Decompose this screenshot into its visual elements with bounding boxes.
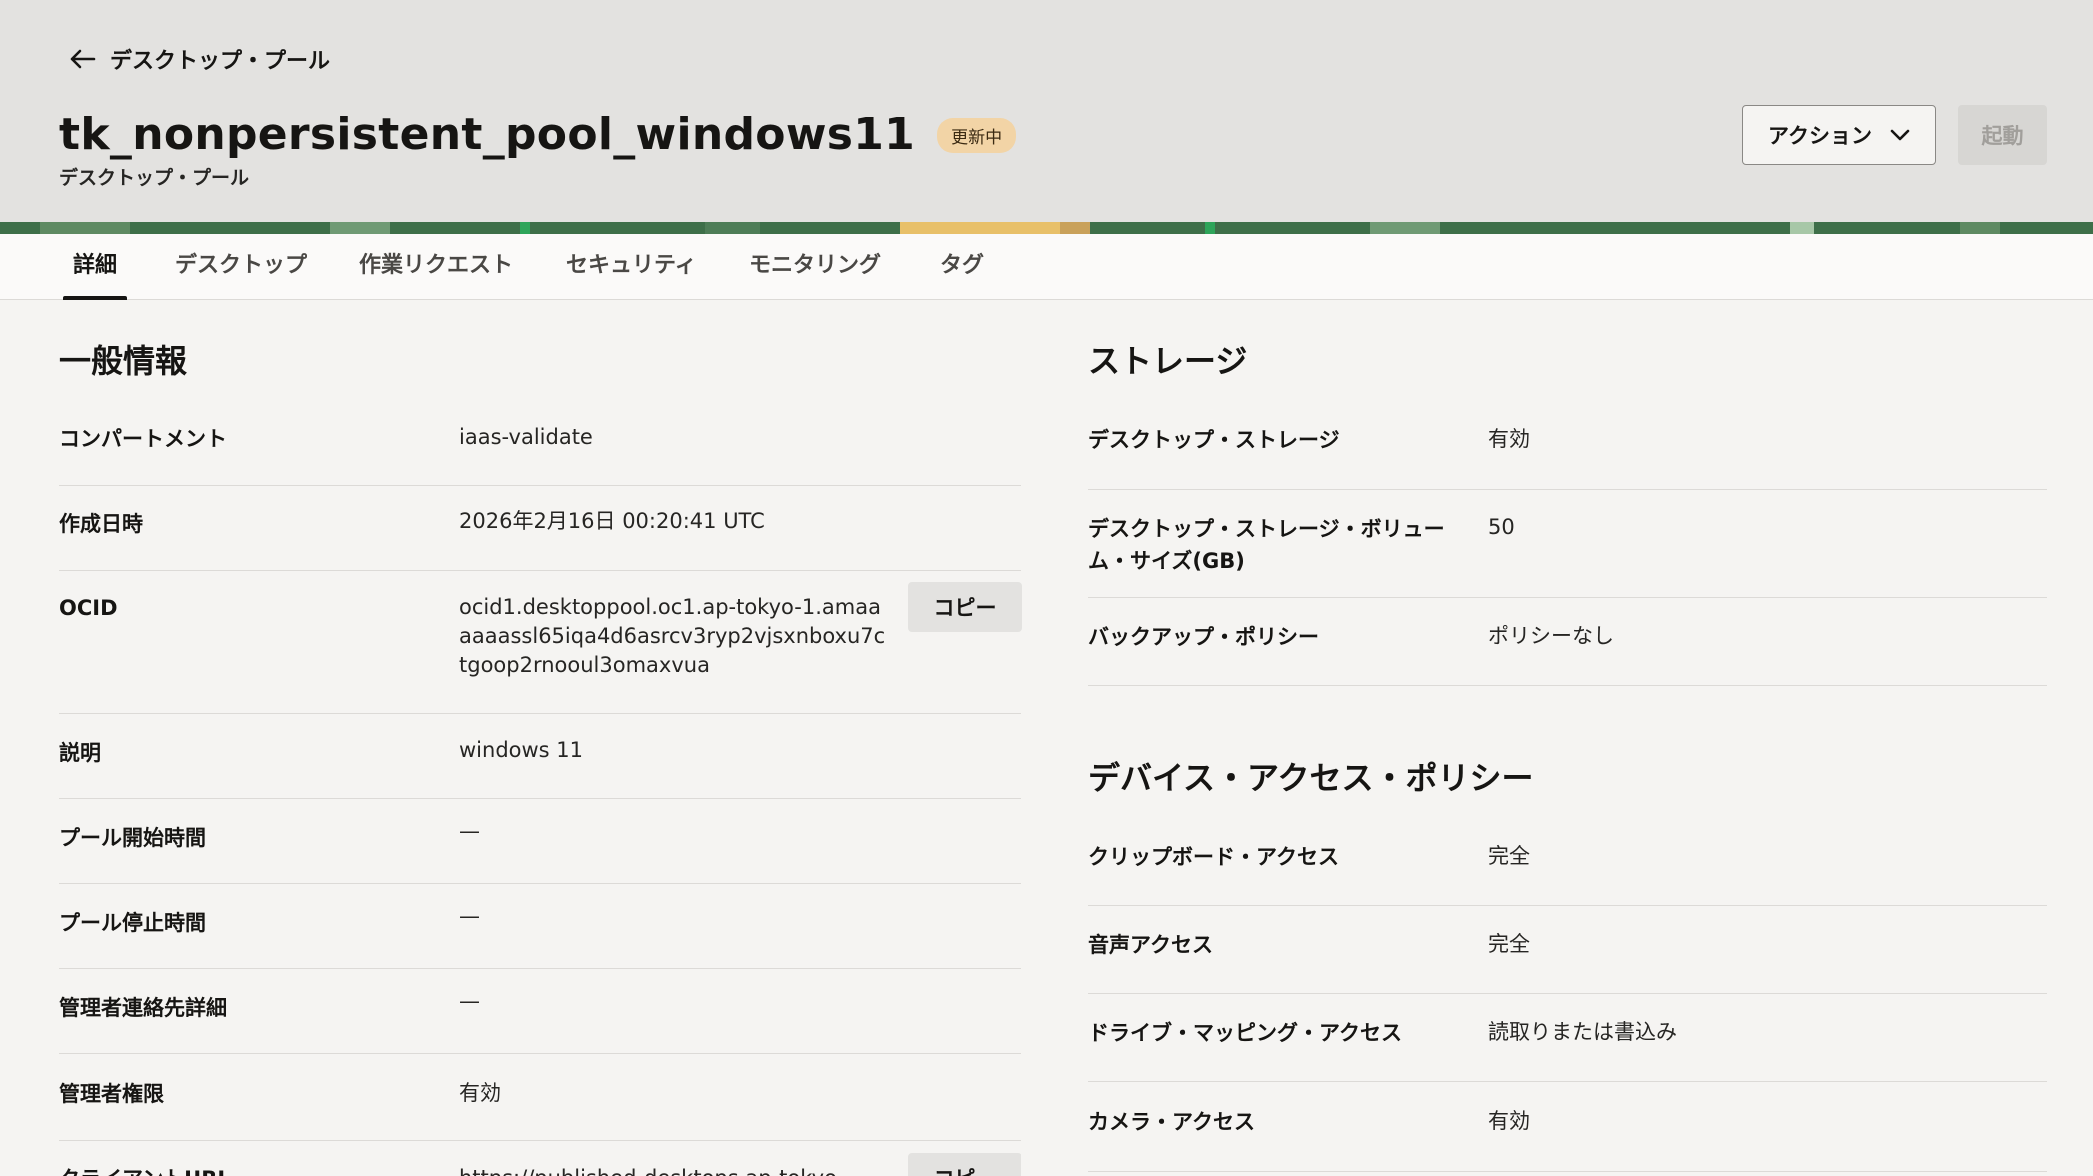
row-label: 音声アクセス	[1088, 933, 1213, 957]
detail-row-pool-start: プール開始時間 —	[59, 799, 1021, 884]
row-value: —	[459, 904, 480, 928]
row-label: デスクトップ・ストレージ	[1088, 428, 1340, 452]
tab-details[interactable]: 詳細	[62, 234, 128, 300]
policy-row-audio: 音声アクセス 完全	[1088, 906, 2047, 994]
row-label: デスクトップ・ストレージ・ボリューム・サイズ(GB)	[1088, 517, 1445, 573]
page-title: tk_nonpersistent_pool_windows11	[59, 108, 916, 160]
policy-row-drive-mapping: ドライブ・マッピング・アクセス 読取りまたは書込み	[1088, 994, 2047, 1082]
device-access-policy-title: デバイス・アクセス・ポリシー	[1088, 759, 1534, 797]
page-header: デスクトップ・プール tk_nonpersistent_pool_windows…	[0, 0, 2093, 222]
row-value: 読取りまたは書込み	[1488, 1020, 1677, 1044]
tab-monitoring[interactable]: モニタリング	[749, 234, 881, 300]
row-label: プール停止時間	[59, 911, 206, 935]
row-label: 説明	[59, 741, 101, 765]
ocid-value: ocid1.desktoppool.oc1.ap-tokyo-1.amaaaaa…	[459, 595, 886, 677]
general-info-title: 一般情報	[59, 342, 188, 380]
client-url-value[interactable]: https://published-desktops.ap-tokyo-	[459, 1164, 889, 1176]
back-link-label[interactable]: デスクトップ・プール	[110, 43, 330, 75]
back-link[interactable]: デスクトップ・プール	[68, 44, 330, 74]
actions-button-label[interactable]: アクション	[1768, 120, 1872, 150]
actions-button[interactable]: アクション	[1742, 105, 1936, 165]
copy-ocid-button[interactable]: コピー	[908, 582, 1022, 632]
chevron-down-icon	[1890, 129, 1910, 141]
row-label: 管理者権限	[59, 1082, 164, 1106]
tab-security[interactable]: セキュリティ	[566, 234, 697, 300]
tab-desktops[interactable]: デスクトップ	[175, 234, 307, 300]
policy-row-camera: カメラ・アクセス 有効	[1088, 1082, 2047, 1172]
row-value: —	[459, 819, 480, 843]
page-subtitle: デスクトップ・プール	[59, 167, 250, 189]
row-label: ドライブ・マッピング・アクセス	[1088, 1021, 1402, 1045]
row-label: OCID	[59, 596, 118, 620]
tab-bar: 詳細 デスクトップ 作業リクエスト セキュリティ モニタリング タグ	[0, 234, 2093, 300]
detail-row-created: 作成日時 2026年2月16日 00:20:41 UTC	[59, 486, 1021, 571]
detail-row-admin-rights: 管理者権限 有効	[59, 1054, 1021, 1141]
row-label: バックアップ・ポリシー	[1088, 625, 1319, 649]
decorative-banner	[0, 222, 2093, 234]
title-row: tk_nonpersistent_pool_windows11 更新中	[59, 104, 1017, 164]
row-label: プール開始時間	[59, 826, 206, 850]
row-value: 有効	[1488, 427, 1530, 451]
storage-row-desktop-storage: デスクトップ・ストレージ 有効	[1088, 410, 2047, 490]
storage-row-backup-policy: バックアップ・ポリシー ポリシーなし	[1088, 598, 2047, 686]
row-value: ポリシーなし	[1488, 624, 1614, 648]
detail-row-pool-stop: プール停止時間 —	[59, 884, 1021, 969]
row-label: クライアントURL	[59, 1164, 231, 1176]
copy-button-label[interactable]: コピー	[934, 1163, 997, 1176]
storage-title: ストレージ	[1088, 342, 1248, 380]
row-label: 管理者連絡先詳細	[59, 996, 227, 1020]
row-value: iaas-validate	[459, 425, 593, 449]
row-value: 完全	[1488, 932, 1530, 956]
detail-row-compartment: コンパートメント iaas-validate	[59, 410, 1021, 486]
row-value: 有効	[459, 1081, 501, 1105]
start-button-label[interactable]: 起動	[1982, 120, 2024, 150]
status-badge: 更新中	[937, 117, 1017, 153]
policy-row-clipboard: クリップボード・アクセス 完全	[1088, 826, 2047, 906]
tab-work-requests[interactable]: 作業リクエスト	[359, 234, 513, 300]
storage-row-volume-size: デスクトップ・ストレージ・ボリューム・サイズ(GB) 50	[1088, 490, 2047, 598]
row-value: windows 11	[459, 738, 584, 762]
row-label: カメラ・アクセス	[1088, 1110, 1255, 1134]
row-value: 完全	[1488, 844, 1530, 868]
detail-row-admin-contact: 管理者連絡先詳細 —	[59, 969, 1021, 1054]
copy-button-label[interactable]: コピー	[934, 592, 997, 622]
detail-row-client-url: クライアントURL https://published-desktops.ap-…	[59, 1141, 1021, 1176]
row-value: 50	[1488, 515, 1515, 539]
start-button[interactable]: 起動	[1958, 105, 2047, 165]
row-label: コンパートメント	[59, 427, 227, 451]
tab-tags[interactable]: タグ	[940, 234, 984, 300]
row-label: 作成日時	[59, 512, 143, 536]
row-label: クリップボード・アクセス	[1088, 845, 1339, 869]
detail-row-ocid: OCID ocid1.desktoppool.oc1.ap-tokyo-1.am…	[59, 571, 1022, 714]
row-value: —	[459, 989, 480, 1013]
detail-row-description: 説明 windows 11	[59, 714, 1021, 799]
row-value: 2026年2月16日 00:20:41 UTC	[459, 509, 765, 533]
row-value: 有効	[1488, 1109, 1530, 1133]
copy-url-button[interactable]: コピー	[908, 1153, 1021, 1176]
arrow-left-icon	[70, 49, 96, 69]
